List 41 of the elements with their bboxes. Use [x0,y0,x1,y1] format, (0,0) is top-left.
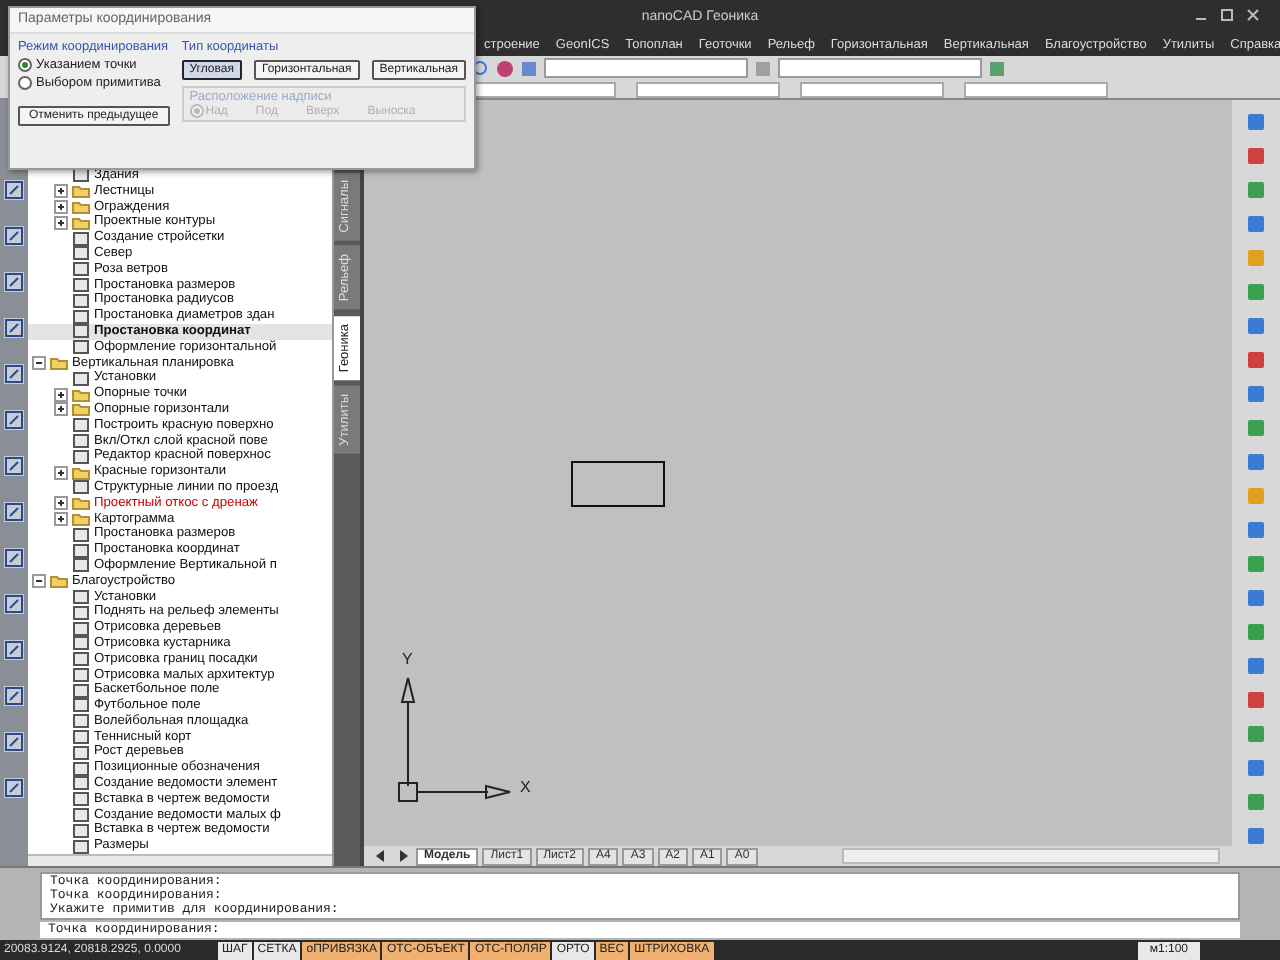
expander-icon[interactable] [54,184,68,199]
layer-field[interactable] [544,58,748,78]
tool-icon[interactable] [4,732,24,752]
radio-icon[interactable] [18,58,32,72]
rectangle-drawing [570,460,666,508]
zoom-icon[interactable] [472,59,490,77]
tool-icon[interactable] [4,410,24,430]
expander-icon[interactable] [54,387,68,402]
tool-icon[interactable] [4,180,24,200]
tool-icon[interactable] [4,272,24,292]
expander-icon[interactable] [54,402,68,417]
tool-icon[interactable] [4,364,24,384]
tool-icon[interactable] [4,226,24,246]
tool-icon[interactable] [4,456,24,476]
axis-label: X [520,778,531,796]
tool-icon[interactable] [4,778,24,798]
radio-icon[interactable] [18,76,32,90]
dropdown-field[interactable] [800,81,944,97]
dropdown-field[interactable] [964,81,1108,97]
expander-icon[interactable] [54,465,68,480]
expander-icon[interactable] [32,355,46,370]
tool-icon[interactable] [4,640,24,660]
expander-icon[interactable] [54,199,68,214]
axis-label: Y [402,650,413,668]
tool-icon[interactable] [4,548,24,568]
dropdown-field[interactable] [472,81,616,97]
close-icon[interactable] [1246,8,1260,22]
style-field[interactable] [778,58,982,78]
scrollbar[interactable] [28,854,332,866]
maximize-icon[interactable] [1220,8,1234,22]
tool-icon[interactable] [4,686,24,706]
tool-icon[interactable] [4,318,24,338]
tool-icon[interactable] [4,594,24,614]
dropdown-field[interactable] [636,81,780,97]
scrollbar[interactable] [841,848,1220,864]
expander-icon[interactable] [32,574,46,589]
expander-icon[interactable] [54,496,68,511]
folder-icon [50,574,68,589]
expander-icon[interactable] [54,215,68,230]
expander-icon[interactable] [54,511,68,526]
tool-icon[interactable] [4,502,24,522]
